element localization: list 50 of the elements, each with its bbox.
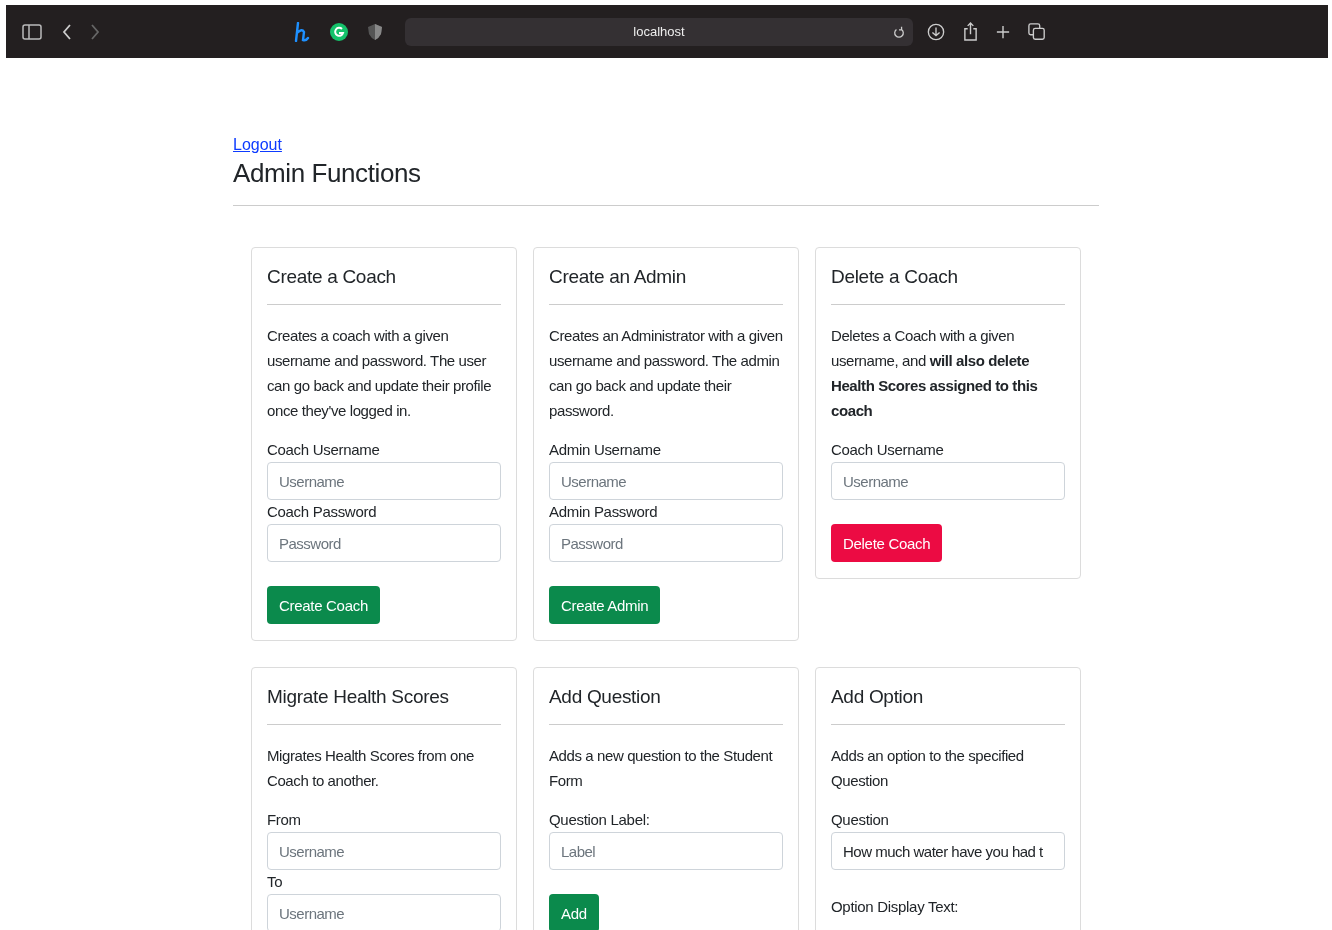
card-title: Create a Coach <box>267 265 397 290</box>
input-field[interactable]: Username <box>267 894 501 930</box>
tabs-icon[interactable] <box>1028 22 1046 41</box>
letter-h-icon[interactable] <box>293 21 311 42</box>
card-description: Creates an Administrator with a given username and password. The admin can go back and update their password. <box>549 326 783 422</box>
field-label: Coach Password <box>267 502 378 523</box>
input-field[interactable]: Label <box>549 832 783 871</box>
logout-link[interactable]: Logout <box>233 136 282 154</box>
input-field[interactable]: Username <box>831 462 1065 501</box>
field-label: To <box>267 872 284 893</box>
field-label: Admin Password <box>549 502 659 523</box>
field-label: Admin Username <box>549 440 662 461</box>
share-icon[interactable] <box>963 22 978 41</box>
download-icon[interactable] <box>927 22 945 41</box>
card-title: Add Question <box>549 685 662 710</box>
input-field[interactable]: Username <box>549 462 783 501</box>
card-description: Adds a new question to the Student Form <box>549 746 774 792</box>
input-field[interactable]: Password <box>267 524 501 563</box>
back-icon[interactable] <box>62 23 72 40</box>
card-title: Add Option <box>831 685 925 710</box>
reload-icon[interactable] <box>893 24 905 39</box>
submit-button[interactable]: Add <box>549 894 599 930</box>
input-field[interactable]: Password <box>549 524 783 563</box>
forward-icon[interactable] <box>90 23 100 40</box>
input-field[interactable]: How much water have you had t <box>831 832 1065 871</box>
field-label: Coach Username <box>831 440 945 461</box>
field-label: Option Display Text: <box>831 897 960 918</box>
extension-circle-icon[interactable] <box>329 21 349 42</box>
submit-button[interactable]: Create Admin <box>549 586 661 625</box>
card-description: Deletes a Coach with a given username, and will also delete Health Scores assigned to this coach <box>831 326 1039 422</box>
card-title: Migrate Health Scores <box>267 685 450 710</box>
address-text: localhost <box>633 24 685 39</box>
field-label: From <box>267 810 302 831</box>
submit-button[interactable]: Delete Coach <box>831 524 943 563</box>
submit-button[interactable]: Create Coach <box>267 586 380 625</box>
card-title: Delete a Coach <box>831 265 959 290</box>
field-label: Question Label: <box>549 810 651 831</box>
page-title: Admin Functions <box>233 158 422 190</box>
field-label: Question <box>831 810 890 831</box>
plus-icon[interactable] <box>996 24 1010 39</box>
input-field[interactable]: Username <box>267 462 501 501</box>
shield-icon[interactable] <box>367 22 383 41</box>
card-description: Migrates Health Scores from one Coach to another. <box>267 746 475 792</box>
card-description: Adds an option to the specified Question <box>831 746 1025 792</box>
card-description: Creates a coach with a given username and password. The user can go back and update their profile once they've logged in. <box>267 326 493 422</box>
card-title: Create an Admin <box>549 265 688 290</box>
input-field[interactable]: Username <box>267 832 501 871</box>
sidebar-icon[interactable] <box>22 23 42 40</box>
address-bar[interactable]: localhost <box>405 17 913 46</box>
field-label: Coach Username <box>267 440 381 461</box>
